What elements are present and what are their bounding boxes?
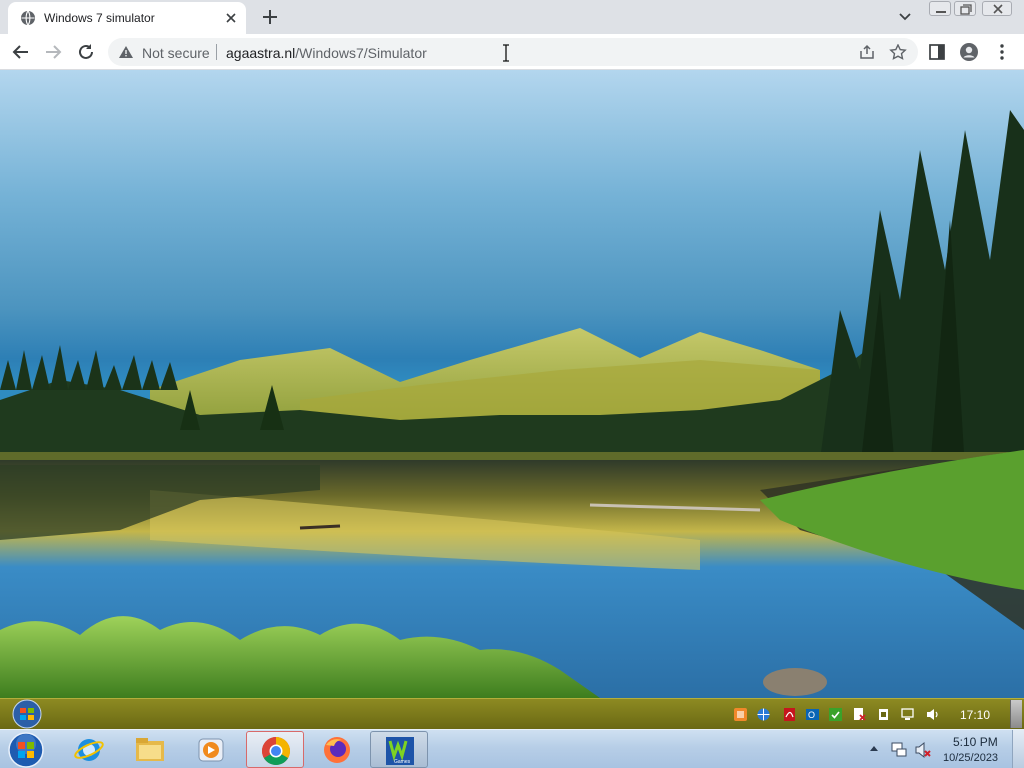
taskbar-media-player[interactable] bbox=[182, 731, 240, 768]
usb-device-icon[interactable] bbox=[876, 707, 891, 722]
show-desktop-button[interactable] bbox=[1012, 730, 1024, 768]
firefox-icon bbox=[324, 737, 350, 763]
taskbar-clock-time[interactable]: 5:10 PM bbox=[953, 735, 998, 749]
internet-explorer-icon bbox=[74, 739, 104, 761]
url-text[interactable]: agaastra.nl/Windows7/Simulator bbox=[226, 45, 427, 61]
taskbar-clock-date[interactable]: 10/25/2023 bbox=[943, 752, 998, 764]
simulator-top-bar: O 17:10 bbox=[0, 698, 1024, 729]
plus-icon[interactable] bbox=[260, 7, 280, 27]
reload-icon[interactable] bbox=[75, 41, 97, 63]
outlook-icon[interactable]: O bbox=[805, 707, 820, 722]
blocked-document-icon[interactable] bbox=[852, 707, 867, 722]
address-bar[interactable]: Not secure agaastra.nl/Windows7/Simulato… bbox=[108, 38, 918, 66]
omnibox-divider bbox=[216, 44, 217, 60]
taskbar-firefox[interactable] bbox=[308, 731, 366, 768]
start-orb-icon[interactable] bbox=[8, 699, 46, 729]
close-icon[interactable] bbox=[982, 1, 1012, 16]
upper-show-desktop-button[interactable] bbox=[1010, 700, 1022, 728]
volume-icon[interactable] bbox=[925, 707, 940, 722]
globe-icon bbox=[21, 10, 35, 26]
chevron-down-icon[interactable] bbox=[895, 8, 915, 26]
url-host: agaastra.nl bbox=[226, 45, 296, 61]
shield-check-icon[interactable] bbox=[828, 707, 843, 722]
volume-muted-icon[interactable] bbox=[914, 741, 932, 759]
windows-taskbar: Games 5:10 PM 10/25/2023 bbox=[0, 729, 1024, 768]
network-icon[interactable] bbox=[890, 741, 908, 759]
minimize-icon[interactable] bbox=[929, 1, 951, 16]
browser-tab[interactable]: Windows 7 simulator bbox=[8, 2, 246, 34]
media-player-icon bbox=[198, 738, 224, 762]
network-globe-icon[interactable] bbox=[756, 707, 771, 722]
start-button-icon[interactable] bbox=[6, 732, 46, 768]
security-label[interactable]: Not secure bbox=[142, 45, 210, 61]
tab-close-icon[interactable] bbox=[222, 9, 240, 27]
browser-toolbar: Not secure agaastra.nl/Windows7/Simulato… bbox=[0, 34, 1024, 70]
folder-icon bbox=[136, 738, 164, 761]
forward-arrow-icon[interactable] bbox=[42, 41, 64, 63]
back-arrow-icon[interactable] bbox=[10, 41, 32, 63]
text-cursor-icon bbox=[503, 44, 509, 62]
restore-icon[interactable] bbox=[954, 1, 976, 16]
upper-clock[interactable]: 17:10 bbox=[960, 708, 990, 722]
show-hidden-icons-arrow[interactable] bbox=[869, 744, 879, 752]
taskbar-internet-explorer[interactable] bbox=[60, 731, 118, 768]
taskbar-games[interactable]: Games bbox=[370, 731, 428, 768]
network-icon[interactable] bbox=[900, 707, 915, 722]
svg-text:O: O bbox=[808, 710, 815, 720]
menu-dots-icon[interactable] bbox=[992, 42, 1012, 62]
tab-title: Windows 7 simulator bbox=[44, 11, 155, 25]
tab-strip: Windows 7 simulator bbox=[0, 0, 1024, 34]
taskbar-windows-explorer[interactable] bbox=[121, 731, 179, 768]
bookmark-star-icon[interactable] bbox=[889, 44, 907, 60]
landscape-scene bbox=[0, 110, 1024, 698]
warning-triangle-icon[interactable] bbox=[118, 45, 134, 59]
chrome-icon bbox=[262, 737, 290, 765]
share-icon[interactable] bbox=[858, 44, 876, 60]
orange-app-icon[interactable] bbox=[733, 707, 748, 722]
games-icon: Games bbox=[386, 737, 414, 765]
desktop-wallpaper[interactable] bbox=[0, 70, 1024, 698]
profile-icon[interactable] bbox=[959, 42, 979, 62]
taskbar-google-chrome[interactable] bbox=[246, 731, 304, 768]
side-panel-icon[interactable] bbox=[927, 42, 947, 62]
url-path: /Windows7/Simulator bbox=[295, 45, 427, 61]
pdf-icon[interactable] bbox=[782, 707, 797, 722]
games-label: Games bbox=[394, 759, 411, 765]
